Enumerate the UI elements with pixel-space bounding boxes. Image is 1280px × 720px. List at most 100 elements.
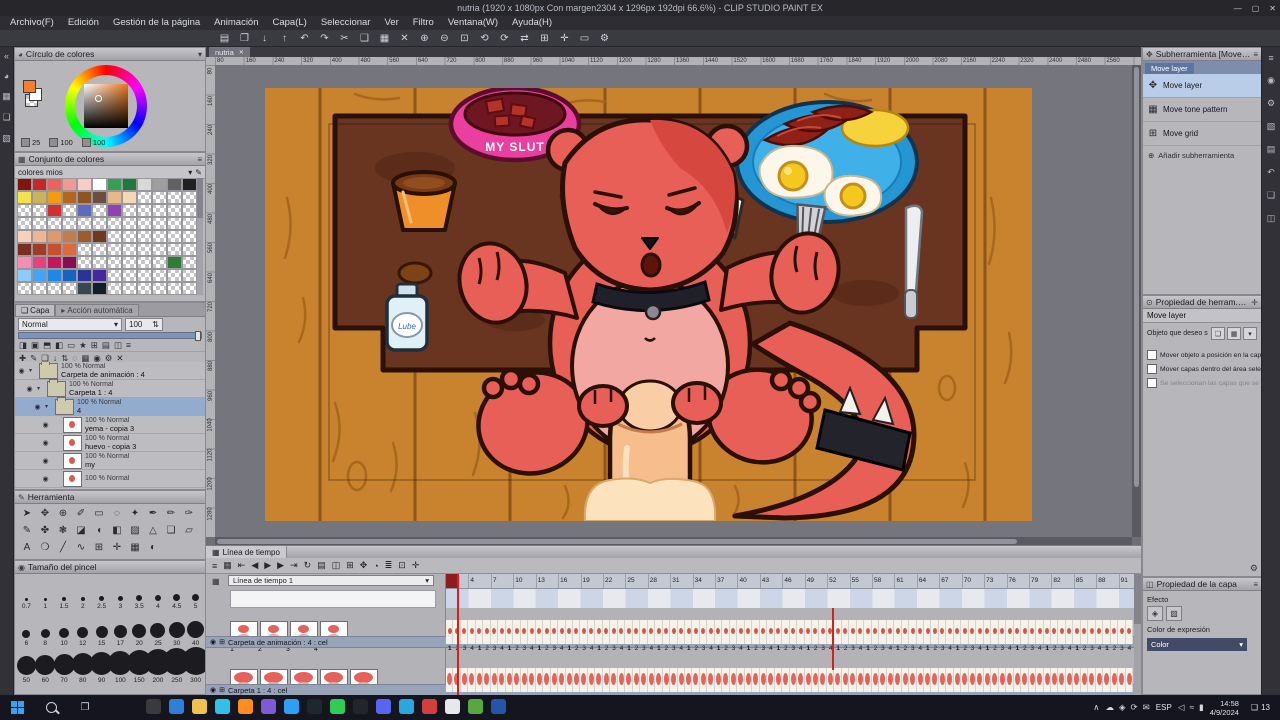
expand-icon[interactable]: ⊞ [219, 686, 225, 694]
clock[interactable]: 14:58 4/9/2024 [1210, 699, 1239, 717]
frame-cel[interactable] [729, 668, 738, 692]
color-swatch[interactable] [47, 269, 62, 282]
color-wheel-tab-icon[interactable]: ◕ [4, 71, 9, 81]
subtool-item[interactable]: ⊞ Move grid [1143, 122, 1261, 146]
tool-blend[interactable]: ◖ [90, 522, 108, 539]
app-vivaldi[interactable] [257, 694, 280, 720]
blend-mode-select[interactable]: Normal ▾ [18, 317, 122, 331]
brush-size-option[interactable]: 0.7 [17, 574, 36, 611]
color-swatch[interactable] [152, 230, 167, 243]
brush-size-option[interactable]: 17 [111, 611, 130, 648]
color-swatch[interactable] [137, 243, 152, 256]
frame-cel[interactable] [468, 668, 476, 692]
app-discord[interactable] [372, 694, 395, 720]
frame-cel[interactable] [490, 668, 499, 692]
color-swatch[interactable] [77, 269, 92, 282]
frame-cel[interactable] [677, 668, 685, 692]
frame-cel[interactable] [819, 668, 827, 692]
maximize-button[interactable]: ▢ [1252, 4, 1260, 13]
color-swatch[interactable] [17, 217, 32, 230]
tool-selection[interactable]: ▭ [90, 505, 108, 522]
next-frame-icon[interactable]: ▶ [277, 560, 284, 571]
eye-icon[interactable]: ◉ [17, 367, 26, 375]
reference-icon[interactable]: ★ [79, 340, 87, 351]
canvas-vertical-scrollbar[interactable] [1132, 65, 1141, 537]
color-swatch[interactable] [92, 217, 107, 230]
app-steam[interactable] [303, 694, 326, 720]
color-swatch[interactable] [92, 282, 107, 295]
frame-cel[interactable] [692, 620, 700, 644]
brush-size-option[interactable]: 80 [71, 648, 94, 685]
frame-cel[interactable] [782, 668, 790, 692]
tool-pen[interactable]: ✒ [144, 505, 162, 522]
color-swatch[interactable] [77, 217, 92, 230]
frame-cel[interactable] [483, 620, 491, 644]
frame-cel[interactable] [699, 620, 708, 644]
mail-tray-icon[interactable]: ✉ [1143, 702, 1150, 713]
frame-cel[interactable] [834, 668, 842, 692]
color-swatch[interactable] [107, 243, 122, 256]
frame-cel[interactable] [752, 620, 760, 644]
color-swatch[interactable] [92, 191, 107, 204]
task-view-button[interactable]: ❐ [68, 695, 102, 720]
frame-cel[interactable] [737, 620, 745, 644]
brush-size-option[interactable]: 2 [73, 574, 92, 611]
frame-cel[interactable] [767, 620, 775, 644]
tone-effect-button[interactable]: ▨ [1166, 606, 1182, 621]
frame-cel[interactable] [871, 668, 880, 692]
frame-cel[interactable] [774, 620, 783, 644]
color-swatch[interactable] [137, 178, 152, 191]
open-file-icon[interactable]: ❐ [238, 33, 251, 44]
color-swatch[interactable] [167, 204, 182, 217]
color-swatch[interactable] [92, 269, 107, 282]
frame-cel[interactable] [550, 620, 559, 644]
fit-timeline-icon[interactable]: ⊡ [398, 560, 406, 571]
menu-item[interactable]: Ventana(W) [442, 16, 504, 30]
ruler-layer-icon[interactable]: ▭ [67, 340, 75, 351]
flip-icon[interactable]: ⇄ [518, 33, 531, 44]
frame-cel[interactable] [1036, 620, 1044, 644]
layer-menu-icon[interactable]: ≡ [126, 340, 131, 350]
tool-fill[interactable]: ◧ [108, 522, 126, 539]
frame-cel[interactable] [707, 620, 715, 644]
color-swatch[interactable] [167, 191, 182, 204]
tool-light[interactable]: ◐ [144, 539, 162, 556]
frame-cel[interactable] [572, 668, 581, 692]
color-swatch[interactable] [182, 178, 197, 191]
frame-cel[interactable] [475, 620, 484, 644]
frame-cel[interactable] [1065, 668, 1074, 692]
tool-brush[interactable]: ✎ [18, 522, 36, 539]
playhead[interactable] [457, 574, 459, 695]
brush-size-option[interactable]: 70 [53, 648, 75, 685]
color-swatch[interactable] [62, 269, 77, 282]
panel-menu-icon[interactable]: ≡ [1253, 580, 1258, 589]
frame-cel[interactable] [580, 620, 588, 644]
frame-cel[interactable] [841, 620, 850, 644]
frame-cel[interactable] [804, 668, 812, 692]
frame-cel[interactable] [886, 668, 895, 692]
color-swatch[interactable] [17, 204, 32, 217]
swatches-tab-icon[interactable]: ▦ [2, 91, 11, 102]
hue-selector[interactable] [95, 95, 102, 102]
snap-icon[interactable]: ✛ [558, 33, 571, 44]
zoom-out-icon[interactable]: ⊖ [438, 33, 451, 44]
close-tab-icon[interactable]: ✕ [239, 49, 244, 56]
save-icon[interactable]: ↓ [258, 33, 271, 44]
app-word[interactable] [487, 694, 510, 720]
frame-cel[interactable] [953, 620, 962, 644]
frame-cel[interactable] [1050, 620, 1059, 644]
frame-cel[interactable] [744, 620, 753, 644]
track1-label-bar[interactable]: ◉ ⊞ Carpeta de animación : 4 : cel [206, 636, 446, 648]
frame-cel[interactable] [1073, 668, 1081, 692]
frame-cel[interactable] [1028, 620, 1037, 644]
option-row[interactable]: Mover objeto a posición en la capa se [1143, 346, 1261, 360]
color-swatch[interactable] [92, 230, 107, 243]
color-swatch[interactable] [107, 256, 122, 269]
tray-expand-icon[interactable]: ∧ [1093, 702, 1099, 713]
chevron-down-icon[interactable]: ▾ [188, 168, 192, 177]
eye-icon[interactable]: ◉ [210, 686, 216, 694]
frame-cel[interactable] [722, 668, 730, 692]
color-swatch[interactable] [122, 256, 137, 269]
color-swatch[interactable] [152, 178, 167, 191]
frame-cel[interactable] [931, 668, 939, 692]
